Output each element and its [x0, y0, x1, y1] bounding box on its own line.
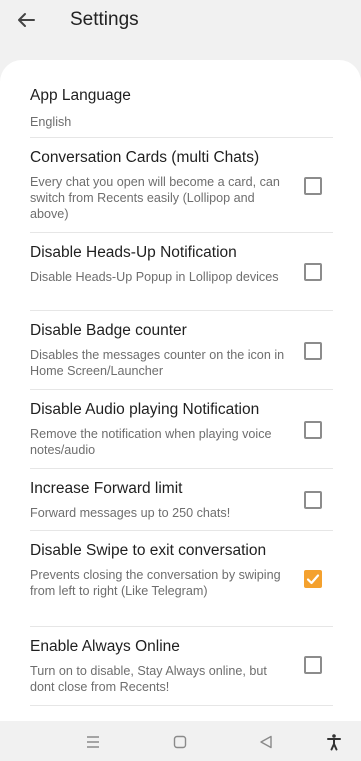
enable-always-online-checkbox[interactable] [304, 656, 322, 674]
setting-increase-forward-limit[interactable]: Increase Forward limit Forward messages … [30, 479, 292, 521]
disable-badge-counter-checkbox[interactable] [304, 342, 322, 360]
setting-subtitle: Forward messages up to 250 chats! [30, 506, 231, 520]
accessibility-icon [327, 734, 341, 751]
setting-title: Enable Always Online [30, 638, 180, 655]
divider [30, 705, 333, 706]
page-title: Settings [70, 9, 139, 30]
setting-app-language[interactable]: App Language English [30, 86, 333, 130]
setting-disable-swipe-exit[interactable]: Disable Swipe to exit conversation Preve… [30, 541, 292, 599]
setting-disable-badge-counter[interactable]: Disable Badge counter Disables the messa… [30, 321, 292, 379]
setting-subtitle: Remove the notification when playing voi… [30, 427, 272, 457]
setting-subtitle: Every chat you open will become a card, … [30, 175, 280, 221]
setting-subtitle: English [30, 115, 72, 129]
setting-title: Disable Swipe to exit conversation [30, 542, 267, 559]
divider [30, 468, 333, 469]
system-back-button[interactable] [255, 731, 277, 753]
disable-heads-up-checkbox[interactable] [304, 263, 322, 281]
accessibility-button[interactable] [323, 731, 345, 753]
divider [30, 137, 333, 138]
setting-subtitle: Disable Heads-Up Popup in Lollipop devic… [30, 270, 279, 284]
back-button[interactable] [14, 8, 38, 32]
system-nav-bar [0, 721, 361, 761]
back-triangle-icon [260, 735, 272, 749]
setting-disable-heads-up[interactable]: Disable Heads-Up Notification Disable He… [30, 243, 292, 285]
conversation-cards-checkbox[interactable] [304, 177, 322, 195]
divider [30, 626, 333, 627]
divider [30, 310, 333, 311]
home-icon [173, 735, 187, 749]
arrow-left-icon [18, 13, 35, 27]
menu-icon [87, 736, 99, 748]
setting-subtitle: Disables the messages counter on the ico… [30, 348, 285, 378]
checkmark-icon [306, 574, 320, 585]
disable-swipe-exit-checkbox[interactable] [304, 570, 322, 588]
increase-forward-limit-checkbox[interactable] [304, 491, 322, 509]
setting-subtitle: Prevents closing the conversation by swi… [30, 568, 281, 598]
setting-conversation-cards[interactable]: Conversation Cards (multi Chats) Every c… [30, 148, 292, 222]
setting-title: Disable Badge counter [30, 322, 187, 339]
setting-title: Increase Forward limit [30, 480, 183, 497]
recents-button[interactable] [82, 731, 104, 753]
setting-title: Disable Audio playing Notification [30, 401, 260, 418]
setting-title: Disable Heads-Up Notification [30, 244, 237, 261]
setting-title: App Language [30, 87, 131, 104]
app-bar: Settings [0, 0, 361, 40]
setting-disable-audio-notification[interactable]: Disable Audio playing Notification Remov… [30, 400, 292, 458]
divider [30, 389, 333, 390]
divider [30, 530, 333, 531]
setting-title: Conversation Cards (multi Chats) [30, 149, 260, 166]
settings-card: App Language English Conversation Cards … [0, 60, 361, 721]
home-button[interactable] [169, 731, 191, 753]
setting-subtitle: Turn on to disable, Stay Always online, … [30, 664, 267, 694]
divider [30, 232, 333, 233]
disable-audio-notification-checkbox[interactable] [304, 421, 322, 439]
setting-enable-always-online[interactable]: Enable Always Online Turn on to disable,… [30, 637, 292, 695]
